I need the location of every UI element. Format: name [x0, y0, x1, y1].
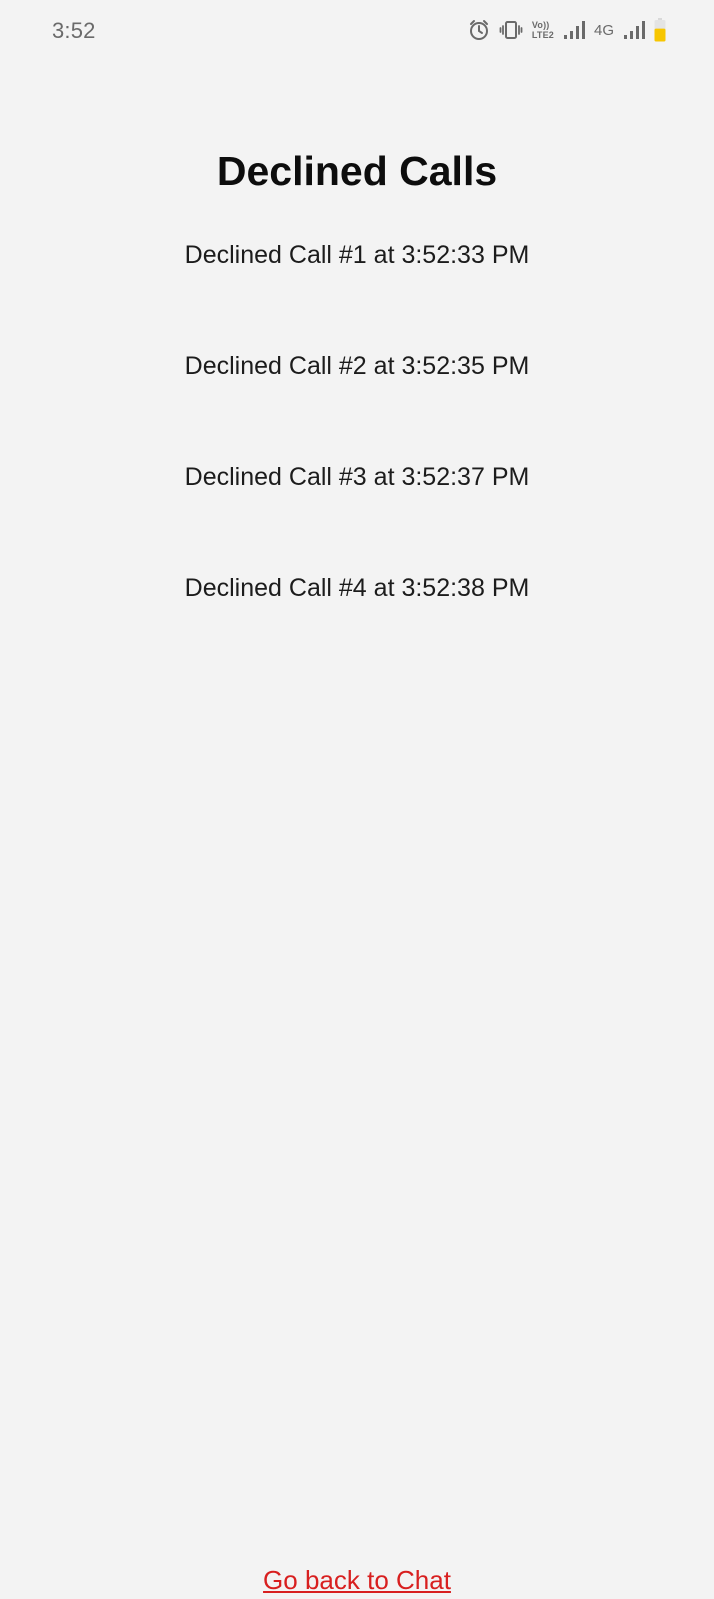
volte-bottom-label: LTE2: [531, 30, 554, 40]
list-item: Declined Call #1 at 3:52:33 PM: [184, 241, 530, 269]
declined-calls-list: Declined Call #1 at 3:52:33 PM Declined …: [0, 240, 714, 684]
list-item: Declined Call #3 at 3:52:37 PM: [184, 463, 530, 491]
volte-icon: Vo)) LTE2: [532, 20, 554, 40]
signal-icon: [563, 20, 585, 40]
go-back-to-chat-link[interactable]: Go back to Chat: [0, 1565, 714, 1596]
status-icons: Vo)) LTE2 4G: [468, 16, 666, 44]
status-bar: 3:52 Vo)) LTE2 4G: [0, 0, 714, 62]
alarm-icon: [468, 19, 490, 41]
screen: 3:52 Vo)) LTE2 4G Declined Calls Decline…: [0, 0, 714, 1599]
status-time: 3:52: [52, 18, 96, 43]
battery-icon: [654, 18, 666, 42]
list-item: Declined Call #2 at 3:52:35 PM: [184, 352, 530, 380]
volte-top-label: Vo)): [531, 20, 550, 30]
signal-icon-2: [623, 20, 645, 40]
vibrate-icon: [499, 19, 523, 41]
list-item: Declined Call #4 at 3:52:38 PM: [184, 574, 530, 602]
network-type-label: 4G: [593, 21, 614, 39]
page-title: Declined Calls: [216, 148, 498, 194]
